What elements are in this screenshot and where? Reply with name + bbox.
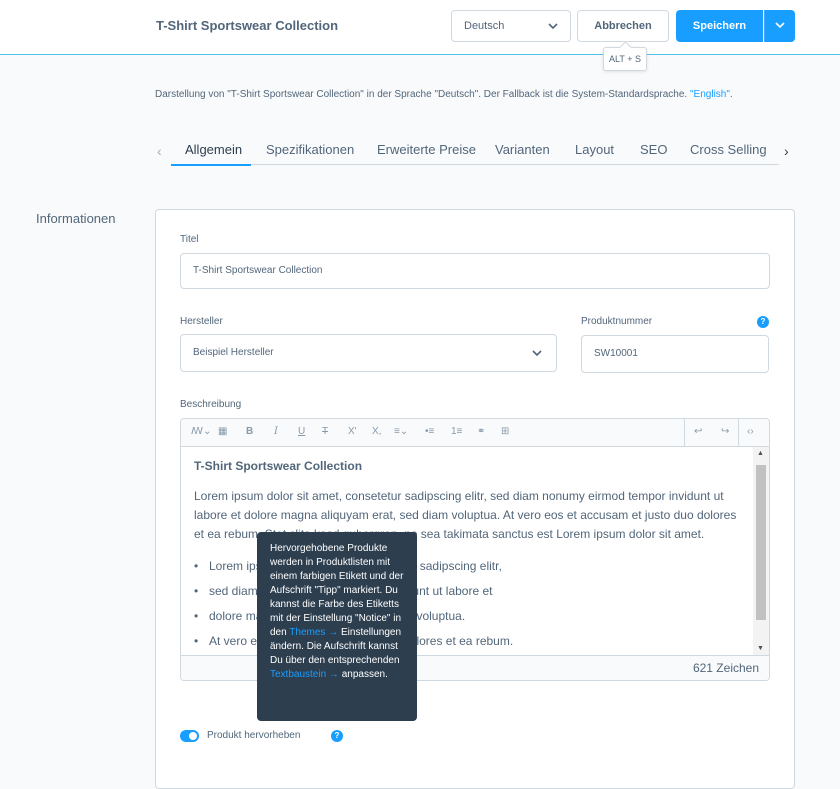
highlight-product-toggle[interactable] [180, 730, 199, 742]
highlight-help-tooltip: Hervorgehobene Produkte werden in Produk… [257, 532, 417, 721]
highlight-product-label: Produkt hervorheben [207, 730, 301, 741]
save-button[interactable]: Speichern [676, 10, 763, 42]
page-title: T-Shirt Sportswear Collection [156, 18, 339, 33]
paragraph-line: labore et dolore magna aliquyam erat, se… [194, 508, 737, 522]
numbered-list-icon[interactable]: 1≡ [451, 426, 462, 437]
tab-allgemein[interactable]: Allgemein [185, 142, 242, 157]
tooltip-text: Hervorgehobene Produkte werden in Produk… [270, 543, 404, 638]
themes-link[interactable]: Themes → [289, 627, 338, 638]
text-snippet-link[interactable]: Textbaustein → [270, 669, 339, 680]
manufacturer-value: Beispiel Hersteller [193, 347, 274, 358]
save-shortcut-tooltip: ALT + S [603, 47, 647, 71]
code-view-icon[interactable]: ‹› [747, 426, 754, 437]
chevron-down-icon [532, 350, 542, 357]
toolbar-divider [738, 419, 739, 447]
scroll-down-icon[interactable]: ▼ [757, 645, 764, 652]
editor-scrollbar[interactable]: ▲ ▼ [753, 447, 769, 655]
toolbar-divider [684, 419, 685, 447]
description-label: Beschreibung [180, 399, 242, 410]
paragraph-line: Lorem ipsum dolor sit amet, consetetur s… [194, 489, 724, 503]
tab-bar: ‹ Allgemein Spezifikationen Erweiterte P… [155, 137, 795, 166]
tab-spezifikationen[interactable]: Spezifikationen [266, 142, 354, 157]
help-icon[interactable]: ? [331, 730, 343, 742]
manufacturer-label: Hersteller [180, 316, 223, 327]
scroll-thumb[interactable] [756, 465, 766, 620]
tab-scroll-right-icon[interactable]: › [784, 143, 789, 159]
superscript-icon[interactable]: X' [348, 426, 357, 437]
product-number-input[interactable]: SW10001 [581, 335, 769, 373]
chevron-down-icon [775, 22, 785, 29]
tab-cross-selling[interactable]: Cross Selling [690, 142, 767, 157]
active-tab-indicator [171, 164, 251, 166]
tab-varianten[interactable]: Varianten [495, 142, 550, 157]
language-info-suffix: . [729, 89, 733, 100]
language-select[interactable]: Deutsch [451, 10, 571, 42]
section-title: Informationen [36, 211, 116, 226]
subscript-icon[interactable]: X, [372, 426, 381, 437]
top-bar: T-Shirt Sportswear Collection Deutsch Ab… [0, 0, 840, 55]
language-info: Darstellung von "T-Shirt Sportswear Coll… [155, 89, 733, 100]
help-icon[interactable]: ? [757, 316, 769, 328]
undo-icon[interactable]: ↩ [694, 426, 702, 437]
scroll-up-icon[interactable]: ▲ [757, 450, 764, 457]
manufacturer-select[interactable]: Beispiel Hersteller [180, 334, 557, 372]
tab-scroll-left-icon[interactable]: ‹ [157, 143, 162, 159]
bold-icon[interactable]: B [246, 426, 253, 437]
table-icon[interactable]: ⊞ [501, 426, 509, 437]
tooltip-text: anpassen. [341, 669, 388, 680]
product-number-label: Produktnummer [581, 316, 653, 327]
cancel-button[interactable]: Abbrechen [577, 10, 669, 42]
underline-icon[interactable]: U [298, 426, 305, 437]
tab-divider [171, 164, 779, 165]
tab-layout[interactable]: Layout [575, 142, 614, 157]
color-icon[interactable]: ▦ [218, 426, 227, 437]
title-input[interactable]: T-Shirt Sportswear Collection [180, 253, 770, 289]
align-icon[interactable]: ≡⌄ [394, 426, 408, 437]
language-info-text: Darstellung von "T-Shirt Sportswear Coll… [155, 89, 688, 100]
editor-toolbar: ꟿ⌄ ▦ B I U T X' X, ≡⌄ •≡ 1≡ ⚭ ⊞ ↩ ↪ ‹› [181, 419, 769, 447]
tab-seo[interactable]: SEO [640, 142, 667, 157]
editor-heading: T-Shirt Sportswear Collection [194, 459, 363, 473]
italic-icon[interactable]: I [274, 426, 278, 437]
link-icon[interactable]: ⚭ [477, 426, 485, 437]
redo-icon[interactable]: ↪ [721, 426, 729, 437]
chevron-down-icon [548, 23, 558, 30]
tab-erweiterte-preise[interactable]: Erweiterte Preise [377, 142, 476, 157]
bullet-list-icon[interactable]: •≡ [425, 426, 434, 437]
text-style-icon[interactable]: ꟿ⌄ [191, 426, 211, 437]
title-label: Titel [180, 234, 199, 245]
language-select-value: Deutsch [464, 20, 505, 32]
save-options-button[interactable] [764, 10, 795, 42]
fallback-language-link[interactable]: "English" [690, 89, 730, 100]
strikethrough-icon[interactable]: T [322, 426, 328, 437]
